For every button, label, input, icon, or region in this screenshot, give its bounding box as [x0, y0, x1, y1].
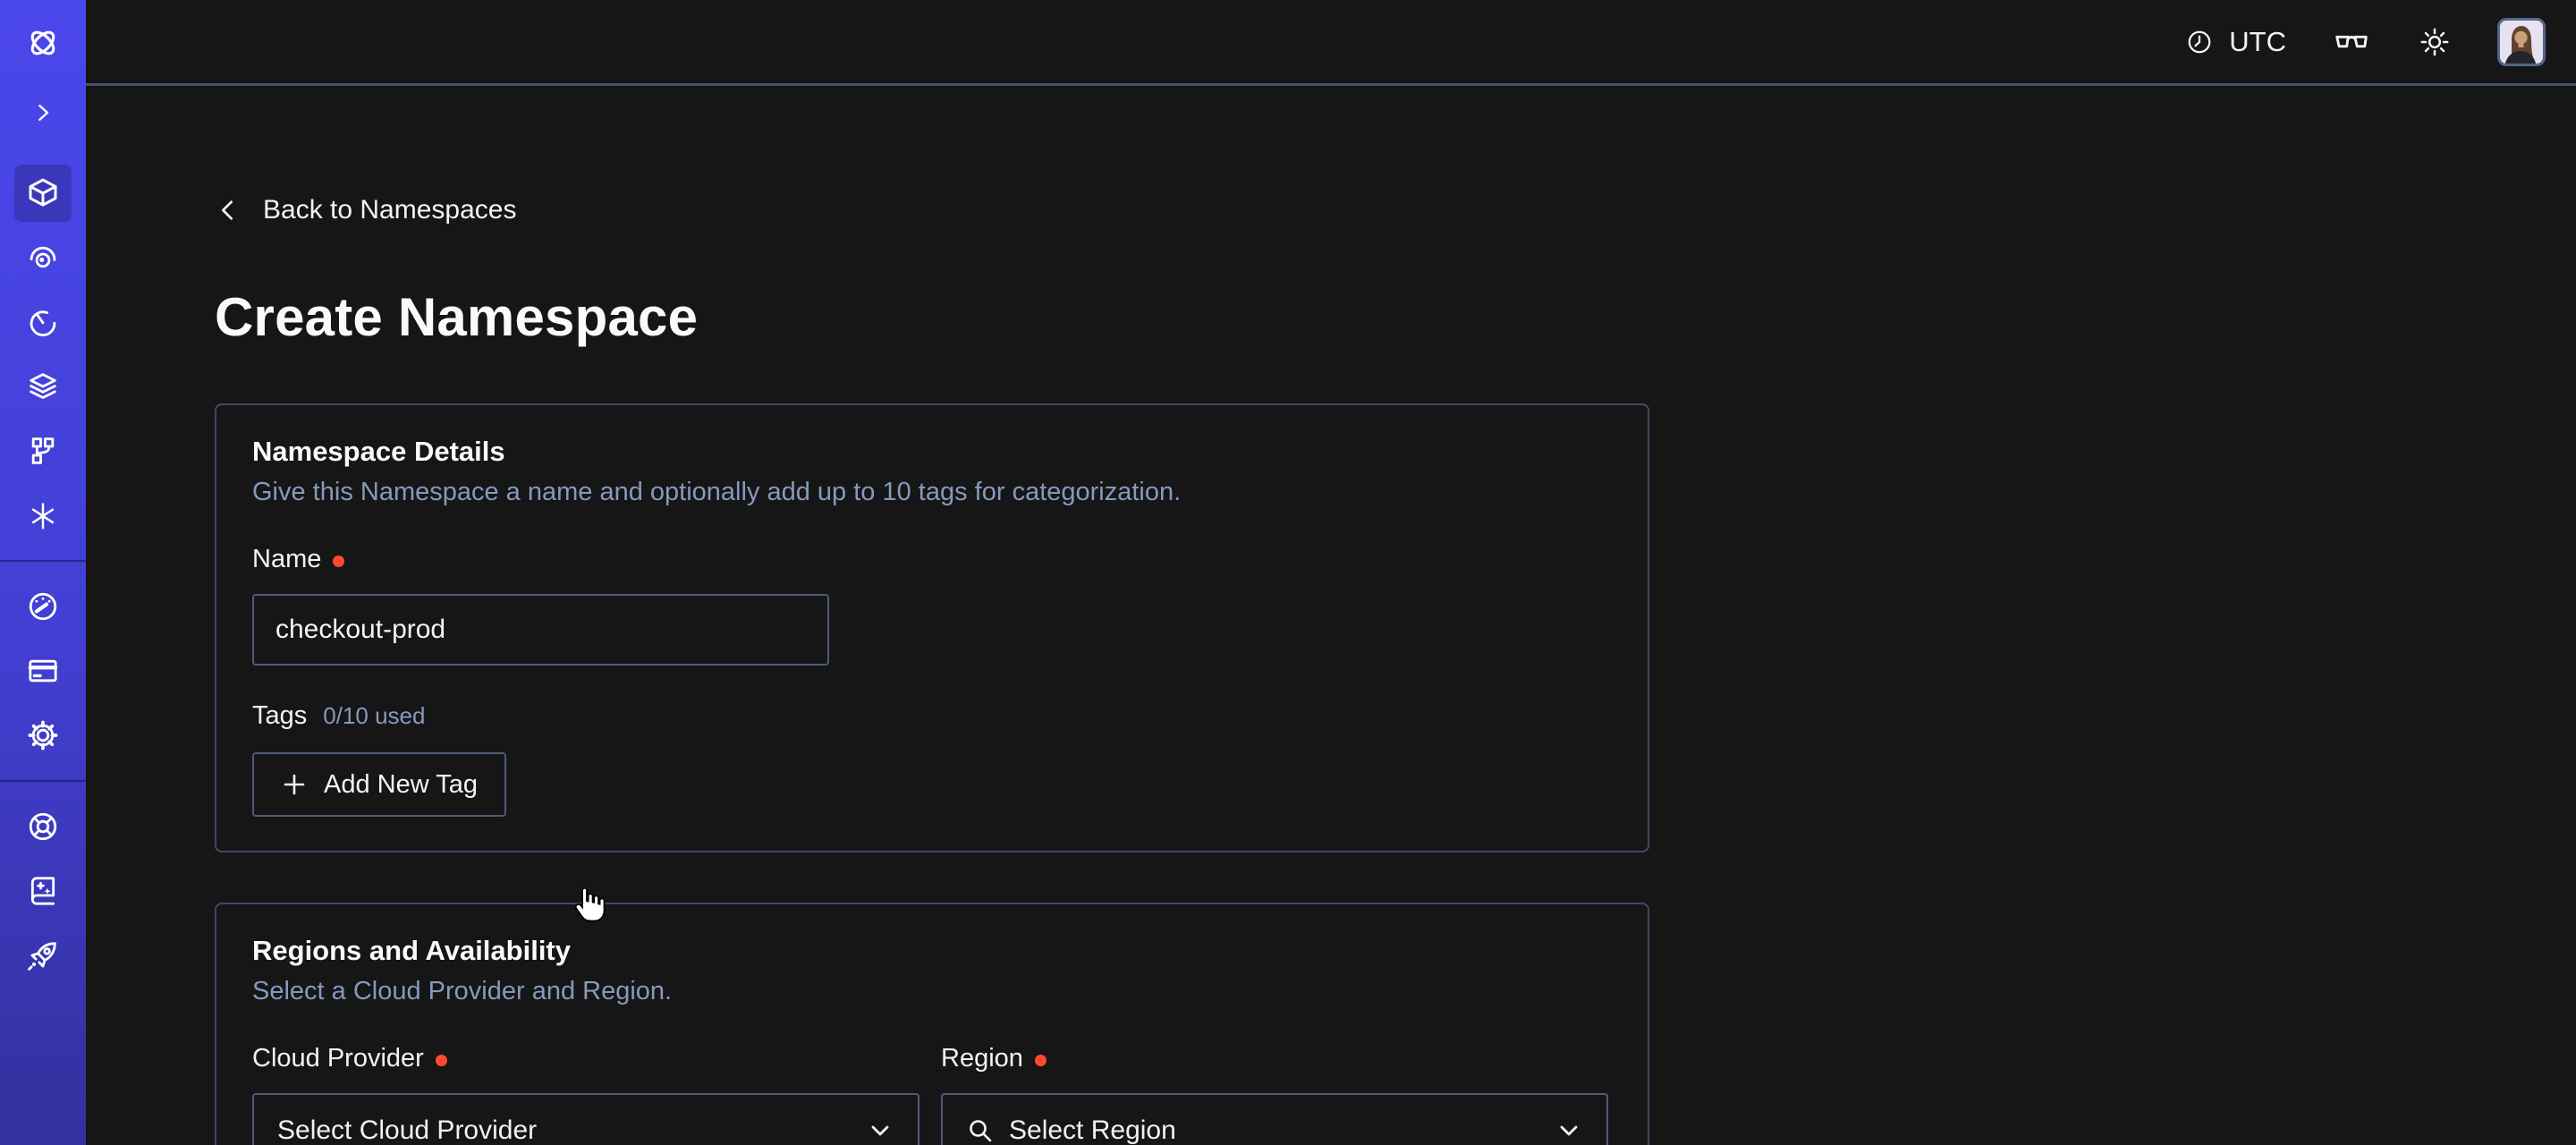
- name-label-text: Name: [252, 545, 321, 574]
- back-link-label: Back to Namespaces: [263, 195, 516, 225]
- namespace-name-input[interactable]: [252, 594, 829, 666]
- glasses-icon: [2331, 21, 2372, 63]
- required-dot: [333, 556, 344, 567]
- region-select[interactable]: Select Region: [941, 1093, 1608, 1145]
- theme-toggle-button[interactable]: [2417, 24, 2453, 60]
- sidebar-item-usage[interactable]: [0, 574, 86, 639]
- page-title: Create Namespace: [215, 286, 2576, 348]
- back-to-namespaces-link[interactable]: Back to Namespaces: [215, 195, 516, 225]
- top-header: UTC: [86, 0, 2576, 86]
- tags-label-row: Tags 0/10 used: [252, 701, 1608, 731]
- billing-card-icon: [25, 653, 61, 689]
- sidebar-help-group: [0, 794, 86, 988]
- card-title: Namespace Details: [252, 436, 1608, 468]
- sidebar-item-namespaces[interactable]: [0, 161, 86, 225]
- usage-gauge-icon: [25, 589, 61, 624]
- chevron-down-icon: [1555, 1116, 1583, 1145]
- temporal-logo-icon[interactable]: [0, 0, 86, 86]
- sidebar-account-group: [0, 574, 86, 768]
- clock-icon: [2183, 26, 2216, 58]
- workflows-spiral-icon: [25, 240, 61, 276]
- required-dot: [1035, 1055, 1046, 1066]
- sidebar-item-support[interactable]: [0, 794, 86, 859]
- tags-used-counter: 0/10 used: [323, 702, 425, 730]
- timezone-selector[interactable]: UTC: [2183, 26, 2286, 58]
- getting-started-rocket-icon: [25, 937, 61, 973]
- sidebar-item-settings[interactable]: [0, 703, 86, 768]
- support-lifebuoy-icon: [25, 809, 61, 844]
- sun-icon: [2417, 24, 2453, 60]
- sidebar-nav-group: [0, 161, 86, 547]
- docs-book-icon: [25, 873, 61, 909]
- active-highlight: [14, 165, 72, 222]
- cloud-provider-label-text: Cloud Provider: [252, 1044, 424, 1073]
- sidebar-item-workflows[interactable]: [0, 225, 86, 290]
- sidebar-item-docs[interactable]: [0, 859, 86, 923]
- region-label: Region: [941, 1044, 1608, 1073]
- page-content: Back to Namespaces Create Namespace Name…: [86, 86, 2576, 1145]
- cloud-provider-select[interactable]: Select Cloud Provider: [252, 1093, 919, 1145]
- cloud-provider-placeholder: Select Cloud Provider: [277, 1115, 852, 1145]
- plus-icon: [281, 771, 308, 798]
- sidebar-divider: [0, 560, 86, 562]
- add-tag-label: Add New Tag: [324, 770, 478, 800]
- layers-icon: [25, 369, 61, 404]
- cloud-provider-field: Cloud Provider Select Cloud Provider: [252, 1044, 919, 1145]
- search-icon: [966, 1116, 995, 1145]
- app-root: UTC: [0, 0, 2576, 1145]
- sidebar-item-schedules[interactable]: [0, 290, 86, 354]
- sidebar-item-deployments[interactable]: [0, 354, 86, 419]
- card-title: Regions and Availability: [252, 935, 1608, 967]
- settings-gear-icon: [25, 717, 61, 753]
- name-field-label: Name: [252, 545, 1608, 574]
- regions-availability-card: Regions and Availability Select a Cloud …: [215, 903, 1649, 1145]
- sidebar-item-pipelines[interactable]: [0, 419, 86, 483]
- branch-icon: [25, 433, 61, 469]
- sidebar: [0, 0, 86, 1145]
- namespaces-cube-icon: [24, 174, 62, 212]
- cloud-provider-label: Cloud Provider: [252, 1044, 919, 1073]
- card-subtitle: Select a Cloud Provider and Region.: [252, 977, 1608, 1006]
- sidebar-divider-2: [0, 780, 86, 782]
- sidebar-expand-icon[interactable]: [0, 86, 86, 140]
- tags-label: Tags: [252, 701, 307, 731]
- region-label-text: Region: [941, 1044, 1023, 1073]
- sidebar-item-nexus[interactable]: [0, 483, 86, 547]
- sidebar-item-getting-started[interactable]: [0, 923, 86, 988]
- main-column: UTC: [86, 0, 2576, 1145]
- region-field: Region Select Region: [941, 1044, 1608, 1145]
- add-new-tag-button[interactable]: Add New Tag: [252, 752, 506, 817]
- back-chevron-icon: [215, 196, 243, 225]
- chevron-down-icon: [866, 1116, 894, 1145]
- sidebar-item-billing[interactable]: [0, 639, 86, 703]
- card-subtitle: Give this Namespace a name and optionall…: [252, 478, 1608, 507]
- region-placeholder: Select Region: [1009, 1115, 1540, 1145]
- reader-mode-button[interactable]: [2331, 21, 2372, 63]
- required-dot: [436, 1055, 447, 1066]
- provider-region-grid: Cloud Provider Select Cloud Provider: [252, 1044, 1608, 1145]
- schedules-timer-icon: [25, 304, 61, 340]
- user-avatar[interactable]: [2497, 18, 2546, 66]
- timezone-label: UTC: [2229, 26, 2286, 58]
- nexus-asterisk-icon: [25, 497, 61, 533]
- namespace-details-card: Namespace Details Give this Namespace a …: [215, 403, 1649, 852]
